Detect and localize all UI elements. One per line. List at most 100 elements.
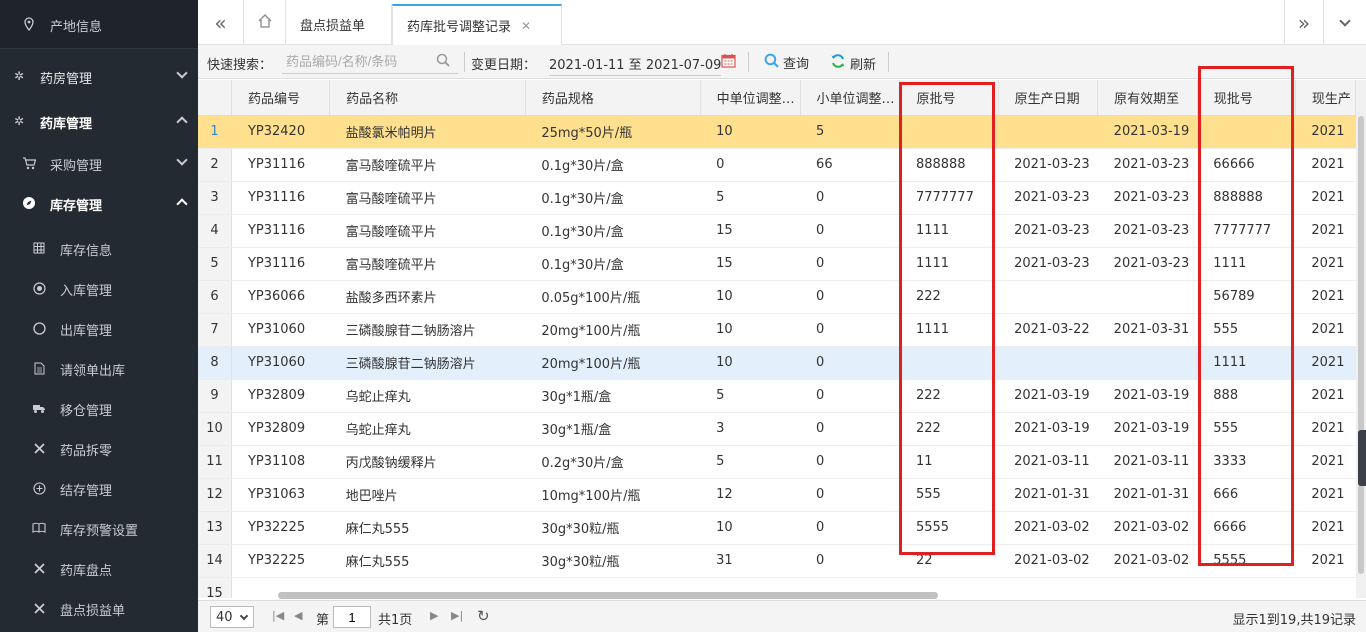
table-cell: 15	[700, 247, 801, 281]
sidebar-item-label: 药房管理	[40, 72, 93, 87]
column-header[interactable]: 小单位调整…	[800, 80, 901, 116]
table-cell: 0.1g*30片/盒	[525, 247, 701, 281]
table-cell: 2021	[1295, 346, 1356, 380]
book-icon	[32, 521, 46, 535]
table-row[interactable]: 2 YP31116 富马酸喹硫平片 0.1g*30片/盒 0 66 888888 2021-0…	[198, 148, 1356, 182]
table-row[interactable]: 4 YP31116 富马酸喹硫平片 0.1g*30片/盒 15 0 1111 2021-03-…	[198, 214, 1356, 248]
table-cell: 麻仁丸555	[329, 544, 526, 578]
table-row[interactable]: 10 YP32809 乌蛇止痒丸 30g*1瓶/盒 3 0 222 2021-03-19 202…	[198, 412, 1356, 446]
row-number: 12	[198, 478, 232, 512]
table-cell: 0	[800, 313, 900, 347]
table-cell: YP32420	[231, 115, 330, 149]
table-row[interactable]: 1 YP32420 盐酸氯米帕明片 25mg*50片/瓶 10 5 2021-03-19 20…	[198, 115, 1356, 149]
table-row[interactable]: 3 YP31116 富马酸喹硫平片 0.1g*30片/盒 5 0 7777777 2021-0…	[198, 181, 1356, 215]
table-cell: 0	[800, 445, 900, 479]
home-button[interactable]	[244, 0, 286, 45]
vertical-scrollbar[interactable]	[1356, 80, 1366, 598]
sidebar-item-purchase[interactable]: 采购管理	[0, 145, 198, 181]
table-cell: YP32225	[231, 544, 330, 578]
table-row[interactable]: 5 YP31116 富马酸喹硫平片 0.1g*30片/盒 15 0 1111 2021-03-…	[198, 247, 1356, 281]
sidebar-item-warehouse[interactable]: ✲ 药库管理	[0, 101, 198, 139]
sidebar-subitem[interactable]: 出库管理	[0, 309, 198, 347]
table-cell: 0	[800, 511, 900, 545]
tools-icon	[32, 601, 46, 615]
table-cell: 2021	[1295, 247, 1356, 281]
table-row[interactable]: 8 YP31060 三磷酸腺苷二钠肠溶片 20mg*100片/瓶 10 0 1111 2021	[198, 346, 1356, 380]
vertical-scroll-thumb[interactable]	[1358, 116, 1364, 574]
table-cell: 10mg*100片/瓶	[525, 478, 701, 512]
page-number-input[interactable]	[333, 606, 371, 628]
table-row[interactable]: 7 YP31060 三磷酸腺苷二钠肠溶片 20mg*100片/瓶 10 0 1111 2021…	[198, 313, 1356, 347]
table-row[interactable]: 14 YP32225 麻仁丸555 30g*30粒/瓶 31 0 22 2021-03-02 2…	[198, 544, 1356, 578]
column-header[interactable]: 药品规格	[525, 80, 701, 116]
column-header[interactable]: 原生产日期	[998, 80, 1099, 116]
page-total: 共1页	[378, 613, 413, 628]
refresh-button[interactable]: 刷新	[830, 53, 876, 73]
sidebar-subitem[interactable]: 请领单出库	[0, 349, 198, 387]
search-icon[interactable]	[436, 53, 450, 71]
side-panel-handle[interactable]	[1358, 430, 1366, 486]
column-header[interactable]: 原有效期至	[1097, 80, 1198, 116]
date-range-input[interactable]: 2021-01-11 至 2021-07-09	[549, 54, 722, 76]
table-row[interactable]: 13 YP32225 麻仁丸555 30g*30粒/瓶 10 0 5555 2021-03-0…	[198, 511, 1356, 545]
row-number: 10	[198, 412, 232, 446]
table-cell: 丙戊酸钠缓释片	[329, 445, 526, 479]
table-cell: 10	[700, 511, 801, 545]
sidebar-subitem[interactable]: 库存信息	[0, 229, 198, 267]
sidebar-item-inventory[interactable]: 库存管理	[0, 185, 198, 221]
next-page-icon[interactable]: ▶	[430, 609, 438, 622]
prev-page-icon[interactable]: ◀	[294, 609, 302, 622]
column-header[interactable]: 现生产	[1295, 80, 1356, 116]
table-cell: 2021-03-19	[1097, 412, 1198, 446]
search-input[interactable]	[282, 50, 458, 74]
first-page-icon[interactable]: |◀	[272, 609, 284, 622]
sidebar-item-origin-info[interactable]: 产地信息	[0, 0, 198, 48]
tab-batch-adjustment-record[interactable]: 药库批号调整记录 ✕	[392, 4, 562, 45]
table-row[interactable]: 12 YP31063 地巴唑片 10mg*100片/瓶 12 0 555 2021-01-31…	[198, 478, 1356, 512]
double-chevron-right-icon: »	[1297, 10, 1311, 35]
highlight-original-batch-column	[899, 82, 995, 555]
table-row[interactable]: 11 YP31108 丙戊酸钠缓释片 0.2g*30片/盒 5 0 11 2021-03-11…	[198, 445, 1356, 479]
query-button[interactable]: 查询	[764, 53, 809, 72]
table-cell: YP36066	[231, 280, 330, 314]
page-size-select[interactable]: 40	[210, 606, 254, 628]
scroll-tabs-right-button[interactable]: »	[1284, 0, 1324, 45]
row-number: 4	[198, 214, 232, 248]
table-cell: 30g*1瓶/盒	[525, 412, 701, 446]
horizontal-scroll-thumb[interactable]	[278, 592, 938, 599]
chevron-down-icon	[176, 154, 188, 166]
gear-icon: ✲	[13, 69, 25, 83]
sidebar-subitem[interactable]: 库存预警设置	[0, 509, 198, 547]
table-cell: 2021-03-23	[1097, 181, 1198, 215]
table-cell: 2021	[1295, 313, 1356, 347]
sidebar-subitem[interactable]: 药品拆零	[0, 429, 198, 467]
reload-icon[interactable]: ↻	[477, 607, 490, 625]
table-row[interactable]: 6 YP36066 盐酸多西环素片 0.05g*100片/瓶 10 0 222 56789 20…	[198, 280, 1356, 314]
table-cell: 2021-03-23	[998, 148, 1098, 182]
sidebar-subitem[interactable]: 入库管理	[0, 269, 198, 307]
horizontal-scrollbar[interactable]	[232, 588, 1358, 600]
search-label: 快速搜索：	[207, 58, 273, 73]
refresh-icon	[830, 53, 846, 73]
table-cell	[998, 346, 1098, 380]
scroll-tabs-left-button[interactable]: «	[198, 0, 244, 45]
calendar-icon[interactable]	[721, 53, 736, 72]
table-row[interactable]: 9 YP32809 乌蛇止痒丸 30g*1瓶/盒 5 0 222 2021-03-19 2021…	[198, 379, 1356, 413]
table-cell: 2021-03-23	[998, 214, 1098, 248]
tab-menu-button[interactable]	[1324, 0, 1366, 45]
last-page-icon[interactable]: ▶|	[451, 609, 463, 622]
column-header[interactable]: 药品名称	[329, 80, 526, 116]
close-icon[interactable]: ✕	[521, 19, 531, 33]
tab-inventory-loss-sheet[interactable]: 盘点损益单	[286, 4, 392, 45]
sidebar-subitem[interactable]: 盘点损益单	[0, 589, 198, 627]
sidebar-item-pharmacy[interactable]: ✲ 药房管理	[0, 56, 198, 94]
sidebar-subitem[interactable]: 药库盘点	[0, 549, 198, 587]
table-cell: 三磷酸腺苷二钠肠溶片	[329, 346, 526, 380]
record-count-info: 显示1到19,共19记录	[1232, 613, 1357, 628]
sidebar-subitem[interactable]: 移仓管理	[0, 389, 198, 427]
table-cell: 0	[800, 346, 900, 380]
column-header[interactable]: 药品编号	[231, 80, 331, 116]
sidebar-subitem-label: 入库管理	[60, 284, 113, 299]
column-header[interactable]: 中单位调整…	[700, 80, 801, 116]
sidebar-subitem[interactable]: 结存管理	[0, 469, 198, 507]
